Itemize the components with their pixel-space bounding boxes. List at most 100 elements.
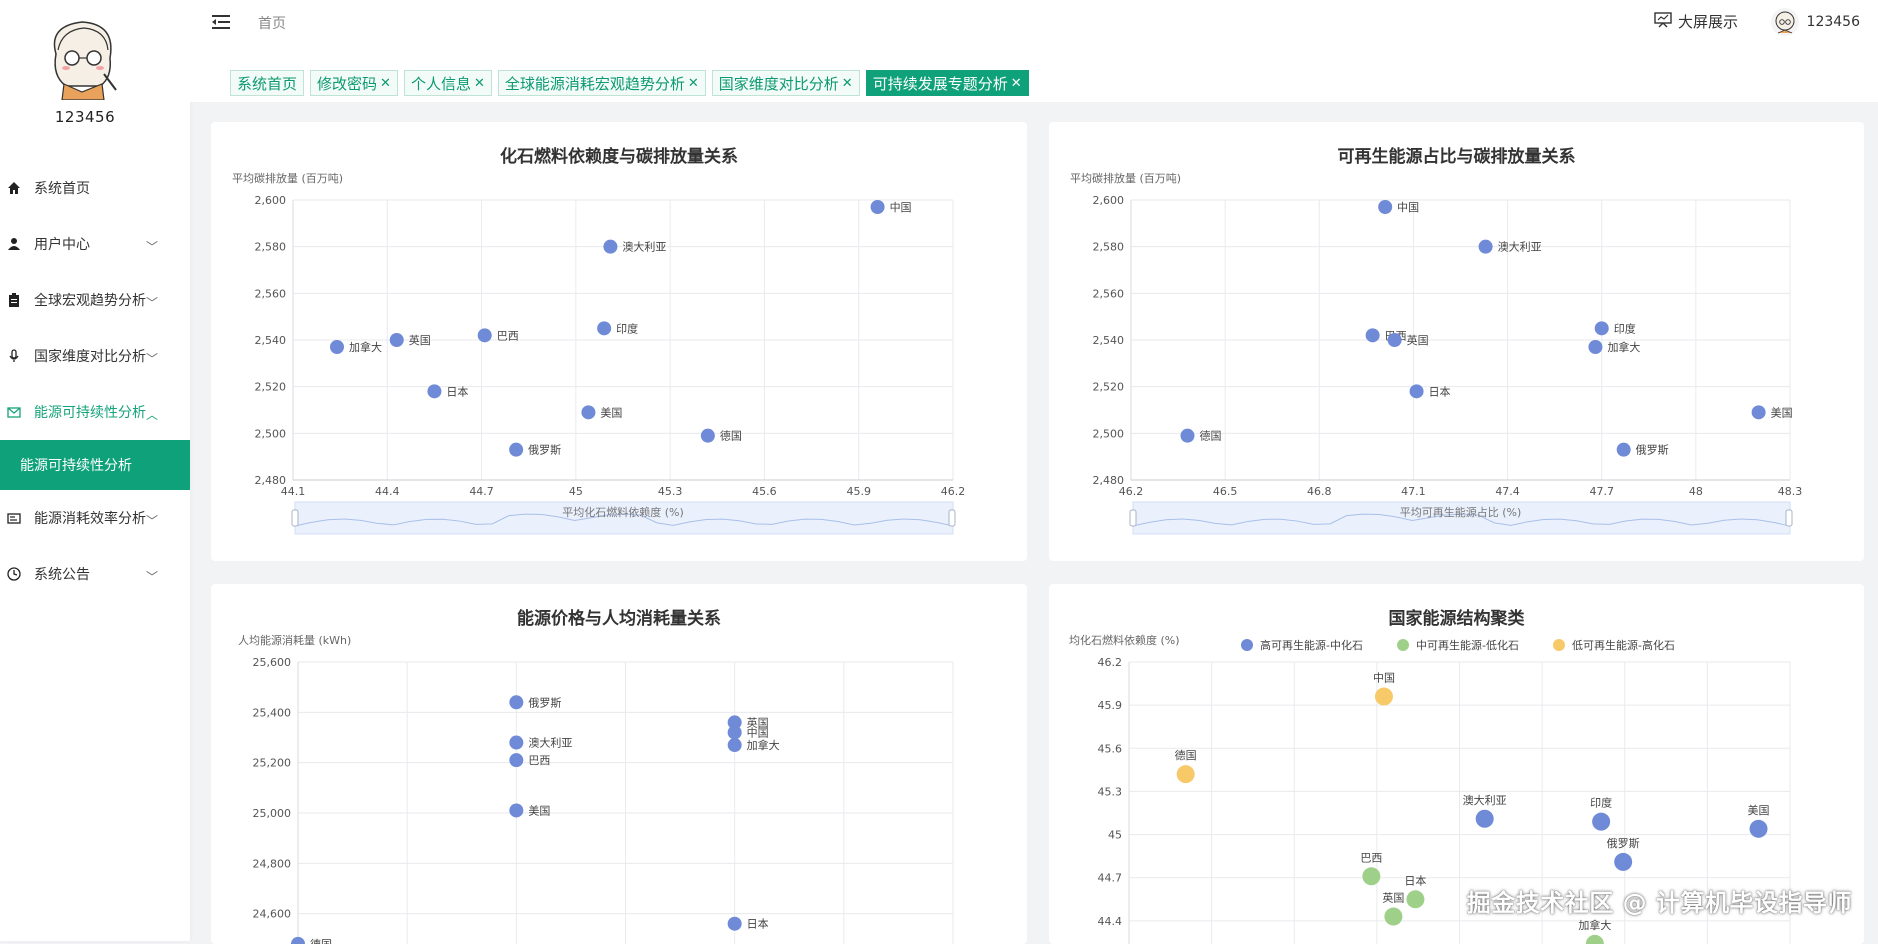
data-label: 澳大利亚: [1463, 793, 1507, 807]
data-point: [1749, 819, 1768, 838]
y-tick-label: 44.4: [1098, 915, 1123, 928]
x-tick-label: 44.7: [469, 485, 494, 498]
menu-toggle-icon[interactable]: [212, 13, 232, 31]
data-point: [1616, 442, 1631, 457]
x-tick-label: 45.6: [752, 485, 777, 498]
tab-global-trend[interactable]: 全球能源消耗宏观趋势分析 ✕: [497, 70, 706, 96]
tab-sustainability[interactable]: 可持续发展专题分析 ✕: [865, 70, 1029, 96]
sidebar-item-label: 能源消耗效率分析: [34, 511, 146, 527]
data-label: 加拿大: [349, 340, 382, 354]
card-icon: [6, 510, 22, 526]
data-point: [509, 753, 524, 768]
y-tick-label: 44.7: [1098, 872, 1123, 885]
data-point: [727, 738, 742, 753]
data-point: [509, 442, 524, 457]
chevron-up-icon: ︿: [145, 408, 158, 422]
sidebar-item-home[interactable]: 系统首页: [0, 160, 190, 216]
data-point: [291, 936, 305, 944]
scatter-chart[interactable]: 平均碳排放量 (百万吨)2,4802,5002,5202,5402,5602,5…: [1049, 122, 1864, 561]
data-point: [1751, 405, 1766, 420]
y-tick-label: 2,500: [255, 427, 287, 440]
close-icon[interactable]: ✕: [380, 76, 391, 91]
y-tick-label: 2,580: [1093, 241, 1125, 254]
data-point: [1409, 384, 1424, 399]
data-point: [870, 200, 885, 214]
data-point: [1180, 428, 1195, 443]
sidebar-item-efficiency[interactable]: 能源消耗效率分析 ﹀: [0, 490, 190, 546]
sidebar-item-sustainability[interactable]: 能源可持续性分析 ︿: [0, 384, 190, 440]
data-zoom-handle-right: [948, 509, 956, 527]
data-label: 俄罗斯: [1636, 444, 1669, 457]
x-axis-label: 平均可再生能源占比 (%): [1400, 505, 1522, 519]
tab-home[interactable]: 系统首页: [230, 70, 305, 96]
x-tick-label: 46.8: [1307, 485, 1332, 498]
data-point: [330, 340, 344, 354]
data-label: 印度: [1614, 321, 1636, 335]
tabs: 系统首页 修改密码 ✕ 个人信息 ✕ 全球能源消耗宏观趋势分析 ✕ 国家维度对比分析 ✕…: [230, 70, 1029, 96]
data-label: 日本: [1404, 873, 1426, 887]
data-label: 英国: [409, 333, 431, 347]
sidebar-item-label: 用户中心: [34, 237, 90, 253]
tab-country-compare[interactable]: 国家维度对比分析 ✕: [711, 70, 860, 96]
y-tick-label: 45: [1108, 829, 1122, 842]
avatar[interactable]: [42, 14, 124, 101]
data-point: [1594, 321, 1609, 336]
y-tick-label: 45.6: [1098, 742, 1123, 755]
data-point: [1387, 333, 1402, 347]
sidebar-item-label: 系统首页: [34, 181, 90, 197]
close-icon[interactable]: ✕: [1011, 76, 1022, 91]
legend-label: 高可再生能源-中化石: [1260, 638, 1363, 652]
data-point: [1585, 934, 1604, 944]
close-icon[interactable]: ✕: [474, 76, 485, 91]
sidebar-item-country-compare[interactable]: 国家维度对比分析 ﹀: [0, 328, 190, 384]
data-label: 德国: [720, 429, 742, 443]
x-tick-label: 46.2: [941, 485, 966, 498]
close-icon[interactable]: ✕: [688, 76, 699, 91]
top-username: 123456: [1806, 14, 1860, 30]
user-menu[interactable]: 123456: [1770, 8, 1860, 36]
sidebar-item-user-center[interactable]: 用户中心 ﹀: [0, 216, 190, 272]
user-icon: [6, 236, 22, 252]
chart-panel-price-vs-consumption: 能源价格与人均消耗量关系 人均能源消耗量 (kWh) 25,600 25,400 25…: [211, 584, 1027, 944]
y-tick-label: 2,520: [1093, 381, 1125, 394]
data-label: 俄罗斯: [528, 444, 561, 457]
data-label: 加拿大: [1607, 340, 1640, 354]
close-icon[interactable]: ✕: [842, 76, 853, 91]
y-tick-label: 25,600: [253, 656, 292, 669]
data-point: [1588, 340, 1603, 354]
mail-icon: [6, 404, 22, 420]
data-point: [603, 239, 618, 254]
scatter-chart[interactable]: 平均碳排放量 (百万吨)2,4802,5002,5202,5402,5602,5…: [211, 122, 1027, 561]
data-point: [700, 428, 715, 443]
y-tick-label: 25,000: [253, 807, 292, 820]
tab-change-password[interactable]: 修改密码 ✕: [310, 70, 398, 96]
microphone-icon: [6, 348, 22, 364]
data-label: 中国: [1373, 672, 1395, 685]
scatter-chart[interactable]: 人均能源消耗量 (kWh) 25,600 25,400 25,200 25,000 24,…: [211, 584, 1027, 944]
chevron-down-icon: ﹀: [145, 352, 158, 366]
y-tick-label: 2,600: [1093, 194, 1125, 207]
sidebar-item-announcement[interactable]: 系统公告 ﹀: [0, 546, 190, 602]
data-label: 日本: [747, 917, 769, 931]
sidebar-item-global-trend[interactable]: 全球宏观趋势分析 ﹀: [0, 272, 190, 328]
data-label: 澳大利亚: [622, 240, 666, 254]
y-tick-label: 45.3: [1098, 785, 1123, 798]
data-point: [1406, 890, 1425, 909]
sidebar-item-label: 国家维度对比分析: [34, 349, 146, 365]
breadcrumb[interactable]: 首页: [258, 13, 286, 33]
x-tick-label: 47.4: [1495, 485, 1520, 498]
tab-profile[interactable]: 个人信息 ✕: [403, 70, 492, 96]
y-axis-label: 平均碳排放量 (百万吨): [232, 171, 343, 185]
sidebar-subitem-sustainability[interactable]: 能源可持续性分析: [0, 440, 190, 490]
sidebar-menu: 系统首页 用户中心 ﹀ 全球宏观趋势分析 ﹀ 国家维度对比分析 ﹀ 能源可持续性…: [0, 160, 190, 602]
x-tick-label: 47.1: [1401, 485, 1426, 498]
data-point: [509, 695, 524, 710]
data-point: [477, 328, 492, 343]
data-point: [597, 321, 612, 336]
clipboard-icon: [6, 292, 22, 308]
fullscreen-display-button[interactable]: 大屏展示: [1654, 11, 1738, 32]
y-tick-label: 25,400: [253, 706, 292, 719]
y-tick-label: 2,560: [1093, 287, 1125, 300]
legend-marker: [1553, 639, 1565, 651]
y-axis-label: 人均能源消耗量 (kWh): [238, 633, 351, 647]
